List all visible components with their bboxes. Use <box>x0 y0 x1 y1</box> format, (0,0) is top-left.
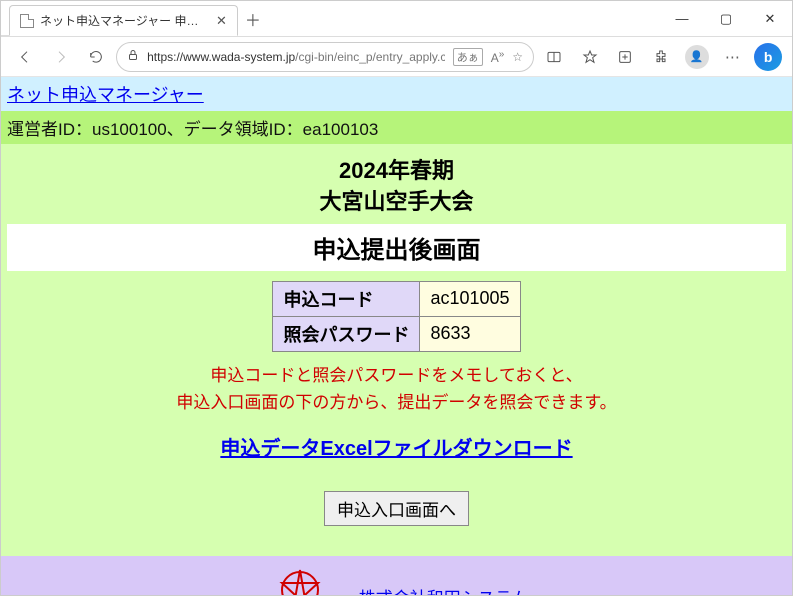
more-button[interactable]: ⋯ <box>717 41 749 73</box>
address-bar[interactable]: https://www.wada-system.jp/cgi-bin/einc_… <box>116 42 534 72</box>
code-label: 申込コード <box>273 281 420 316</box>
download-excel-link[interactable]: 申込データExcelファイルダウンロード <box>220 432 572 461</box>
url-host: https://www.wada-system.jp <box>147 50 295 64</box>
favorites-icon[interactable] <box>574 41 606 73</box>
minimize-button[interactable]: ― <box>660 1 704 36</box>
reader-icon[interactable]: あぁ <box>453 48 483 66</box>
browser-tab[interactable]: ネット申込マネージャー 申込提出後画 ✕ <box>9 5 238 36</box>
password-label: 照会パスワード <box>273 316 420 351</box>
forward-button[interactable] <box>45 41 77 73</box>
url-path: /cgi-bin/einc_p/entry_apply.cgi <box>295 50 445 64</box>
code-value: ac101005 <box>420 281 520 316</box>
company-link[interactable]: 株式会社和田システム <box>359 584 529 595</box>
tab-title: ネット申込マネージャー 申込提出後画 <box>40 12 210 29</box>
notice-line2: 申込入口画面の下の方から、提出データを照会できます。 <box>7 389 786 416</box>
maximize-button[interactable]: ▢ <box>704 1 748 36</box>
notice-line1: 申込コードと照会パスワードをメモしておくと、 <box>7 362 786 389</box>
result-table: 申込コード ac101005 照会パスワード 8633 <box>272 281 520 352</box>
event-line2: 大宮山空手大会 <box>319 189 473 214</box>
event-line1: 2024年春期 <box>339 158 454 183</box>
app-home-link[interactable]: ネット申込マネージャー <box>7 85 204 105</box>
profile-button[interactable]: 👤 <box>681 41 713 73</box>
lock-icon <box>127 49 139 64</box>
operator-info: 運営者ID：us100100、データ領域ID：ea100103 <box>7 120 378 139</box>
page-title: 申込提出後画面 <box>13 230 780 265</box>
back-to-entry-button[interactable]: 申込入口画面へ <box>324 491 469 526</box>
password-value: 8633 <box>420 316 520 351</box>
company-logo: 和田システム <box>265 562 335 595</box>
new-tab-button[interactable]: ＋ <box>238 1 268 36</box>
bing-button[interactable]: b <box>752 41 784 73</box>
split-icon[interactable] <box>538 41 570 73</box>
back-button[interactable] <box>9 41 41 73</box>
extensions-icon[interactable] <box>645 41 677 73</box>
close-window-button[interactable]: ✕ <box>748 1 792 36</box>
close-tab-icon[interactable]: ✕ <box>216 13 227 29</box>
text-size-icon[interactable]: A» <box>491 49 505 65</box>
collections-icon[interactable] <box>609 41 641 73</box>
refresh-button[interactable] <box>80 41 112 73</box>
page-icon <box>20 14 34 28</box>
favorite-icon[interactable]: ☆ <box>512 50 523 64</box>
